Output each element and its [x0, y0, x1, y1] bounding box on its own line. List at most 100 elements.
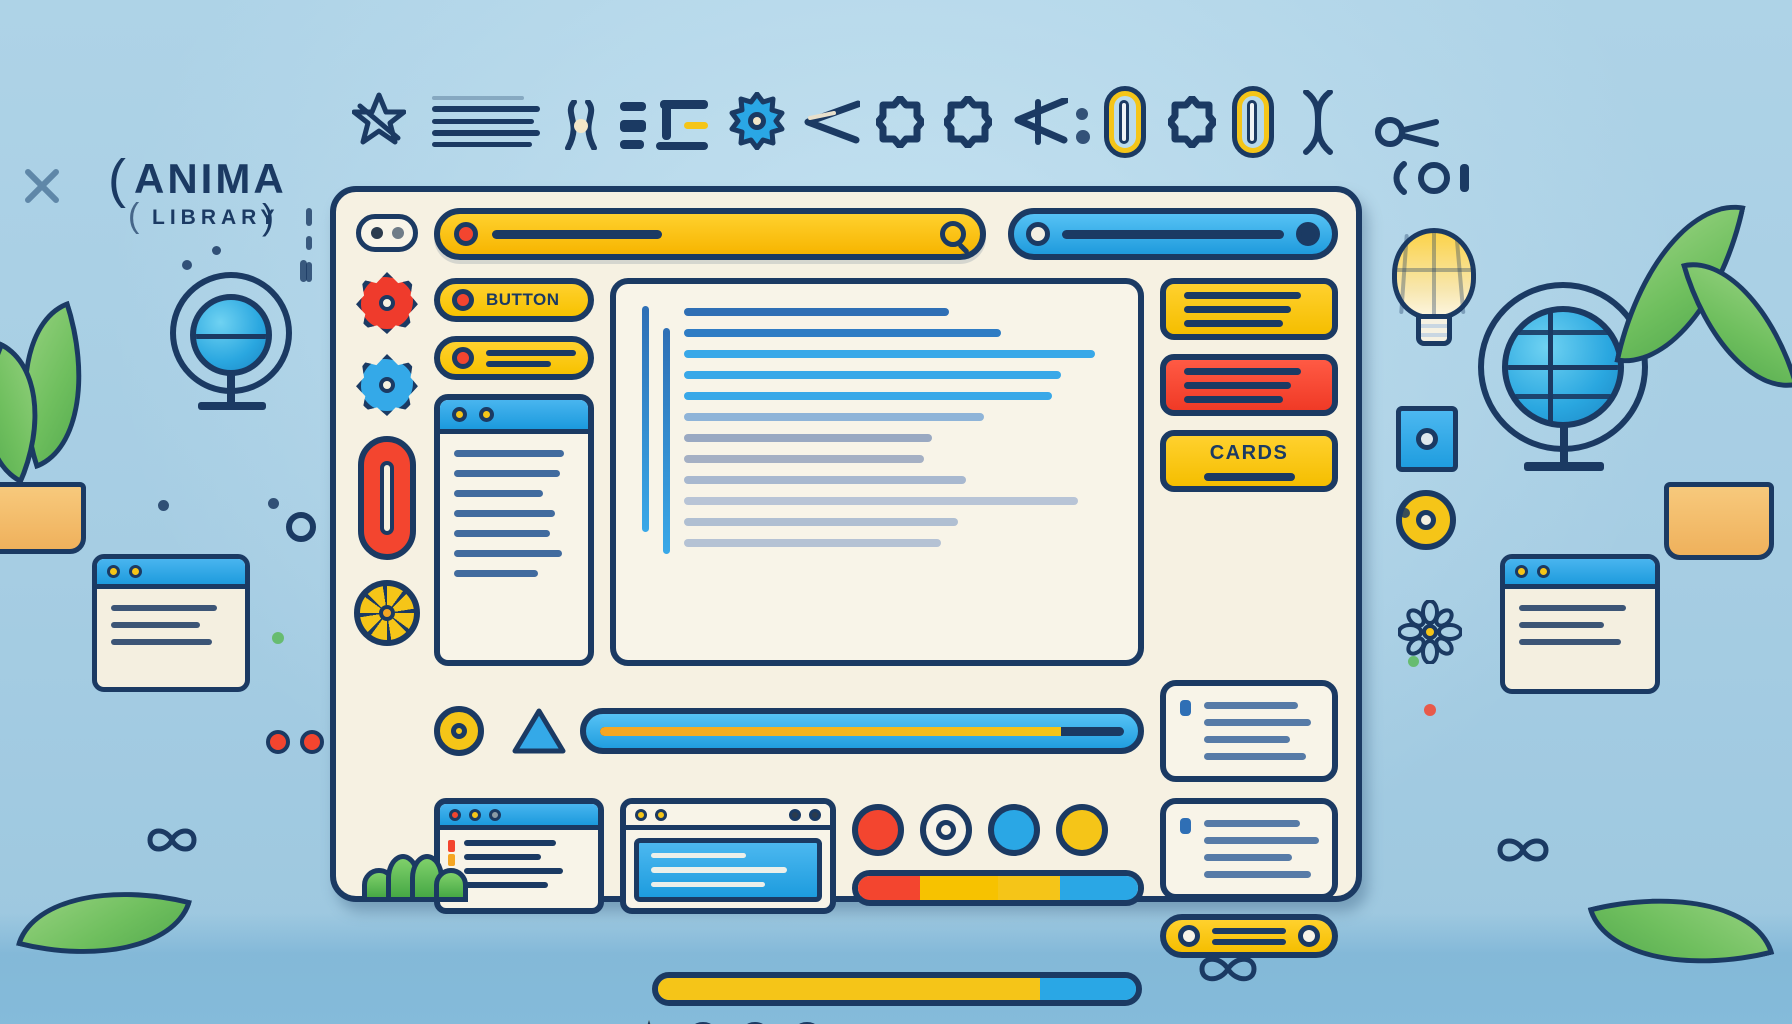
window-card-banner-body: [634, 838, 822, 902]
button-status-dot: [452, 347, 474, 369]
top-bar-row: [434, 208, 1338, 260]
knob-left[interactable]: [1026, 222, 1050, 246]
dot-icon: [272, 632, 284, 644]
dot-icon: [1400, 508, 1410, 518]
infinity-icon: [1490, 832, 1556, 868]
ring-icon: [286, 512, 316, 542]
record-icon: [454, 222, 478, 246]
bottom-widget-row: [434, 798, 1338, 958]
mid-control-row: [434, 680, 1338, 782]
color-swatch-row: [852, 798, 1144, 856]
progress-bar[interactable]: [580, 708, 1144, 754]
window-card-banner[interactable]: [620, 798, 836, 914]
gear-blue-icon[interactable]: [356, 354, 418, 416]
mini-window: [1500, 554, 1660, 694]
gear-plain-icon: [1166, 94, 1218, 150]
dot-red-icon: [300, 730, 324, 754]
dot-icon: [268, 498, 279, 509]
circle-white[interactable]: [920, 804, 972, 856]
dash-icon: [300, 260, 307, 282]
dot-icon: [1076, 130, 1090, 144]
knob-left[interactable]: [1178, 925, 1200, 947]
gear-icon: [728, 91, 786, 151]
radio-button[interactable]: [434, 706, 484, 756]
circle-yellow[interactable]: [1056, 804, 1108, 856]
brand-sub-paren: (: [128, 197, 143, 235]
tree-row: [684, 539, 941, 547]
window-card-titlebar: [440, 804, 598, 830]
loading-bar[interactable]: [652, 972, 1142, 1006]
text-card-pin: [1180, 818, 1191, 834]
arrow-left-icon: [800, 100, 862, 144]
app-window: BUTTON CARDS: [330, 186, 1362, 1024]
tree-stem: [663, 328, 670, 554]
list-card-rows: [440, 434, 588, 660]
toggle-switch[interactable]: [356, 214, 418, 252]
pill-yellow-icon: [1104, 86, 1146, 158]
plant-pot: [1664, 482, 1774, 560]
text-card: [1160, 798, 1338, 900]
card-red[interactable]: [1160, 354, 1338, 416]
star-icon: [351, 92, 407, 146]
card-yellow[interactable]: [1160, 278, 1338, 340]
tree-row: [684, 434, 933, 442]
dot-icon: [182, 260, 192, 270]
app-content: BUTTON CARDS: [434, 208, 1338, 1024]
bar-segment: [858, 876, 920, 900]
dot-icon: [1424, 704, 1436, 716]
tree-view: [642, 306, 1112, 554]
right-card-column: CARDS: [1160, 278, 1338, 666]
mini-window-titlebar: [1505, 559, 1655, 589]
brand-close-paren: ): [262, 196, 277, 237]
dot-icon: [1408, 656, 1419, 667]
knob-right[interactable]: [1298, 925, 1320, 947]
lightbulb-icon: [1392, 228, 1478, 354]
tree-row: [684, 350, 1095, 358]
dash-icon: [306, 236, 312, 250]
button-status-dot: [452, 289, 474, 311]
slider-vertical[interactable]: [358, 436, 416, 560]
ribbon-icon: [1296, 89, 1340, 156]
circle-red[interactable]: [852, 804, 904, 856]
gear-red-icon[interactable]: [356, 272, 418, 334]
flower-icon: [1397, 599, 1463, 665]
bottom-center-stack: [852, 798, 1144, 906]
tree-row: [684, 455, 924, 463]
card-cards-label: CARDS: [1209, 441, 1289, 464]
dash-icon: [306, 208, 312, 226]
tree-row: [684, 476, 967, 484]
search-input[interactable]: [434, 208, 986, 260]
knob-right[interactable]: [1296, 222, 1320, 246]
slider-track[interactable]: [1062, 229, 1284, 239]
mini-window-body: [1505, 589, 1655, 661]
toggle-dot: [391, 227, 404, 239]
list-button[interactable]: [434, 336, 594, 380]
tree-rows: [684, 306, 1112, 554]
main-body-row: BUTTON CARDS: [434, 278, 1338, 666]
list-card: [434, 394, 594, 666]
segmented-status-bar[interactable]: [852, 870, 1144, 906]
tree-stem: [642, 306, 649, 532]
plant-pot: [0, 482, 86, 554]
search-icon[interactable]: [940, 221, 970, 255]
yellow-slider-control[interactable]: [1160, 914, 1338, 958]
bracket-dots-icon: [1390, 158, 1480, 198]
tree-row: [684, 392, 1053, 400]
arrow-collapse-icon: [1012, 96, 1070, 146]
text-card-pin: [1180, 700, 1191, 716]
list-card-titlebar: [440, 400, 588, 434]
tree-row: [684, 518, 958, 526]
circle-blue[interactable]: [988, 804, 1040, 856]
card-cards[interactable]: CARDS: [1160, 430, 1338, 492]
star-badge-icon[interactable]: [630, 1020, 668, 1024]
search-placeholder: [492, 229, 662, 239]
close-icon: [24, 168, 60, 204]
primary-button[interactable]: BUTTON: [434, 278, 594, 322]
dot-red-icon: [266, 730, 290, 754]
toggle-dot: [370, 227, 383, 239]
range-slider[interactable]: [1008, 208, 1338, 260]
bar-segment: [997, 876, 1060, 900]
ring-icon: [1396, 490, 1456, 550]
play-triangle-icon[interactable]: [512, 708, 566, 754]
color-wheel-icon[interactable]: [354, 580, 420, 646]
